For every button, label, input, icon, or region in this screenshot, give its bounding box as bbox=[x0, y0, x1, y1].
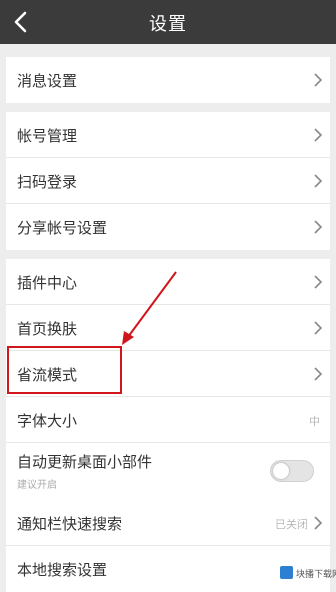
watermark: 块播下载网 bbox=[280, 565, 336, 581]
watermark-logo-icon bbox=[280, 566, 293, 579]
watermark-text: 块播下载网 bbox=[296, 570, 336, 580]
annotation-arrow-icon bbox=[122, 271, 177, 345]
